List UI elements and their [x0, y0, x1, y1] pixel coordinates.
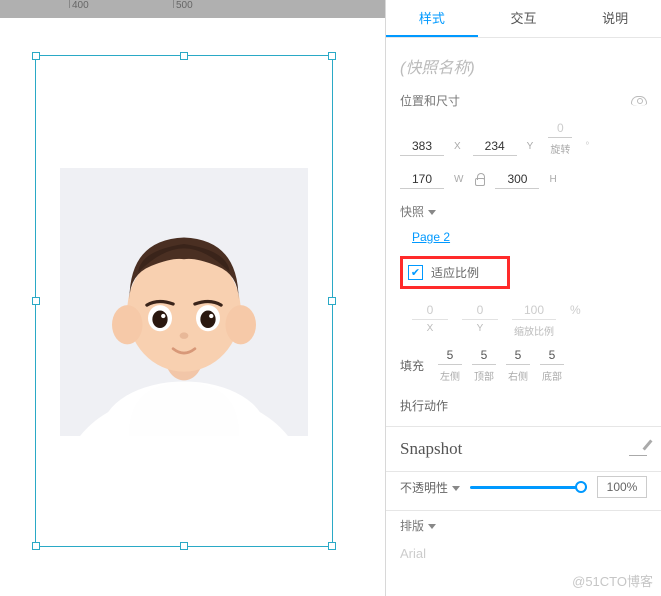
resize-handle-b[interactable]	[180, 542, 188, 550]
fit-scale-highlight: ✔ 适应比例	[400, 256, 510, 289]
ruler-tick-500: 500	[176, 0, 193, 11]
ruler-tick-400: 400	[72, 0, 89, 11]
tab-interaction[interactable]: 交互	[478, 0, 570, 37]
lock-aspect-icon[interactable]	[475, 178, 485, 186]
fit-scale-checkbox[interactable]: ✔	[408, 265, 423, 280]
snapshot-section-label: 快照	[400, 203, 647, 220]
padding-label: 填充	[400, 357, 424, 374]
page-link[interactable]: Page 2	[412, 230, 450, 244]
resize-handle-l[interactable]	[32, 297, 40, 305]
rotation-input[interactable]	[548, 119, 572, 138]
tab-notes[interactable]: 说明	[569, 0, 661, 37]
pad-right-input[interactable]: 5	[506, 348, 530, 365]
properties-panel: 样式 交互 说明 (快照名称) 位置和尺寸 X Y 旋转 ° W H 快照	[385, 0, 661, 596]
chevron-down-icon[interactable]	[428, 524, 436, 529]
canvas-area[interactable]: 400 500	[0, 0, 385, 596]
scale-input[interactable]: 100	[512, 303, 556, 320]
x-input[interactable]	[400, 137, 444, 156]
offset-y-input[interactable]: 0	[462, 303, 498, 320]
watermark: @51CTO博客	[572, 571, 653, 590]
panel-tabs: 样式 交互 说明	[386, 0, 661, 38]
pad-left-input[interactable]: 5	[438, 348, 462, 365]
pad-top-input[interactable]: 5	[472, 348, 496, 365]
fit-scale-label: 适应比例	[431, 264, 479, 281]
tab-style[interactable]: 样式	[386, 0, 478, 37]
separator	[386, 510, 661, 511]
width-input[interactable]	[400, 170, 444, 189]
offset-x-input[interactable]: 0	[412, 303, 448, 320]
typography-label: 排版	[400, 517, 647, 534]
selection-box[interactable]	[35, 55, 333, 547]
snapshot-name-input[interactable]: (快照名称)	[400, 54, 647, 78]
resize-handle-br[interactable]	[328, 542, 336, 550]
font-select[interactable]: Arial	[400, 542, 647, 565]
visibility-icon[interactable]	[631, 96, 647, 106]
ruler-horizontal: 400 500	[0, 0, 385, 18]
resize-handle-tl[interactable]	[32, 52, 40, 60]
rename-icon[interactable]	[629, 442, 647, 456]
resize-handle-t[interactable]	[180, 52, 188, 60]
y-input[interactable]	[473, 137, 517, 156]
panel-body[interactable]: (快照名称) 位置和尺寸 X Y 旋转 ° W H 快照 Page 2 ✔	[386, 38, 661, 596]
resize-handle-bl[interactable]	[32, 542, 40, 550]
chevron-down-icon[interactable]	[428, 210, 436, 215]
resize-handle-tr[interactable]	[328, 52, 336, 60]
position-size-label: 位置和尺寸	[400, 92, 647, 109]
chevron-down-icon[interactable]	[452, 486, 460, 491]
opacity-slider[interactable]	[470, 486, 587, 489]
opacity-label: 不透明性	[400, 479, 460, 496]
exec-action-link[interactable]: 执行动作	[400, 397, 647, 414]
opacity-value-input[interactable]: 100%	[597, 476, 647, 498]
pad-bottom-input[interactable]: 5	[540, 348, 564, 365]
slider-thumb[interactable]	[575, 481, 587, 493]
height-input[interactable]	[495, 170, 539, 189]
resize-handle-r[interactable]	[328, 297, 336, 305]
snapshot-title: Snapshot	[400, 439, 462, 459]
